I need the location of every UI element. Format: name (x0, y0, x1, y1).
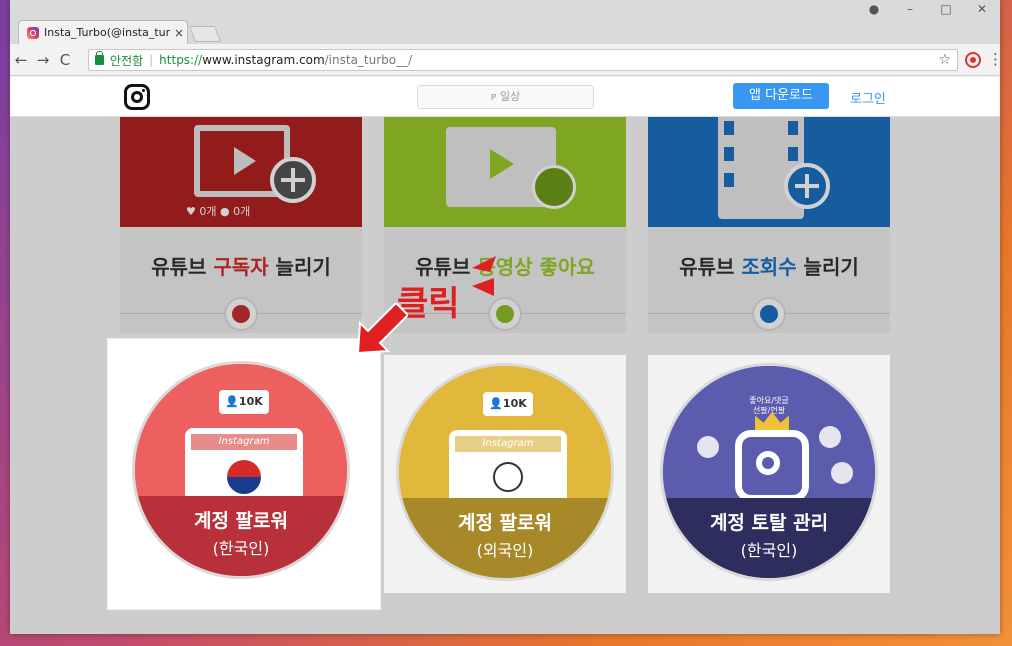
korean-followers-circle: 👤10K Instagram 계정 팔로워 (한국인) (132, 361, 350, 579)
camera-icon (735, 430, 809, 502)
instagram-favicon-icon (27, 26, 39, 39)
reload-button[interactable]: C (54, 51, 76, 69)
small-red-arrow-icon (472, 256, 496, 296)
secure-label: 안전함 (110, 53, 144, 68)
browser-toolbar: ← → C 안전함 | https:// www.instagram.com /… (10, 44, 1000, 76)
maximize-button[interactable]: □ (928, 2, 964, 16)
instagram-page: ᴘ 일상 앱 다운로드 로그인 ♥ 0개 ● 0개 유튜브 구독자 늘리기 유튜… (10, 77, 1000, 634)
url-scheme: https:// (159, 53, 203, 67)
url-path: /insta_turbo__/ (324, 53, 413, 67)
browser-window: Insta_Turbo(@insta_turb × ● – □ ✕ ← → C … (10, 0, 1000, 634)
panel-title: 계정 토탈 관리 (709, 512, 829, 534)
tab-title: Insta_Turbo(@insta_turb (44, 26, 171, 39)
menu-icon[interactable]: ⋮ (988, 50, 1000, 68)
panel-subtitle: (외국인) (476, 541, 534, 560)
bookmark-star-icon[interactable]: ☆ (938, 52, 951, 68)
tab-strip: Insta_Turbo(@insta_turb × ● – □ ✕ (10, 0, 1000, 44)
total-management-panel[interactable]: 좋아요/댓글 선팔/언팔 계정 토탈 관리 (한국인) (648, 355, 890, 593)
separator: | (149, 53, 154, 67)
tab-close-button[interactable]: × (171, 26, 187, 40)
search-input[interactable]: ᴘ 일상 (417, 85, 594, 109)
url-host: www.instagram.com (202, 53, 325, 67)
address-bar[interactable]: 안전함 | https:// www.instagram.com /insta_… (88, 49, 958, 71)
foreign-followers-circle: 👤10K Instagram 계정 팔로워 (외국인) (396, 363, 614, 581)
foreign-followers-panel[interactable]: 👤10K Instagram 계정 팔로워 (외국인) (384, 355, 626, 593)
panel-subtitle: (한국인) (212, 539, 270, 558)
app-download-button[interactable]: 앱 다운로드 (733, 83, 829, 109)
window-close-button[interactable]: ✕ (964, 2, 1000, 16)
back-button[interactable]: ← (10, 51, 32, 69)
window-controls: ● – □ ✕ (856, 2, 1000, 16)
login-link[interactable]: 로그인 (850, 88, 886, 107)
profile-icon[interactable]: ● (856, 2, 892, 16)
extension-icon[interactable] (965, 52, 981, 68)
new-tab-button[interactable] (189, 26, 221, 42)
korean-followers-panel[interactable]: 👤10K Instagram 계정 팔로워 (한국인) (108, 339, 380, 609)
browser-tab[interactable]: Insta_Turbo(@insta_turb × (18, 20, 188, 44)
korea-flag-icon (227, 460, 261, 494)
panel-title: 계정 팔로워 (193, 510, 288, 532)
panel-caption: 좋아요/댓글 선팔/언팔 (749, 396, 789, 415)
panel-title: 계정 팔로워 (457, 512, 552, 534)
heart-icon (831, 462, 853, 484)
lock-icon (95, 51, 104, 65)
big-red-arrow-icon (358, 303, 408, 353)
globe-icon (493, 462, 523, 492)
followers-badge: 👤10K (219, 390, 269, 414)
ig-header: ᴘ 일상 앱 다운로드 로그인 (10, 77, 1000, 117)
instagram-logo-icon[interactable] (124, 84, 150, 110)
followers-badge: 👤10K (483, 392, 533, 416)
minimize-button[interactable]: – (892, 2, 928, 16)
total-management-circle: 좋아요/댓글 선팔/언팔 계정 토탈 관리 (한국인) (660, 363, 878, 581)
user-icon (819, 426, 841, 448)
panel-subtitle: (한국인) (740, 541, 798, 560)
forward-button[interactable]: → (32, 51, 54, 69)
chat-icon (697, 436, 719, 458)
